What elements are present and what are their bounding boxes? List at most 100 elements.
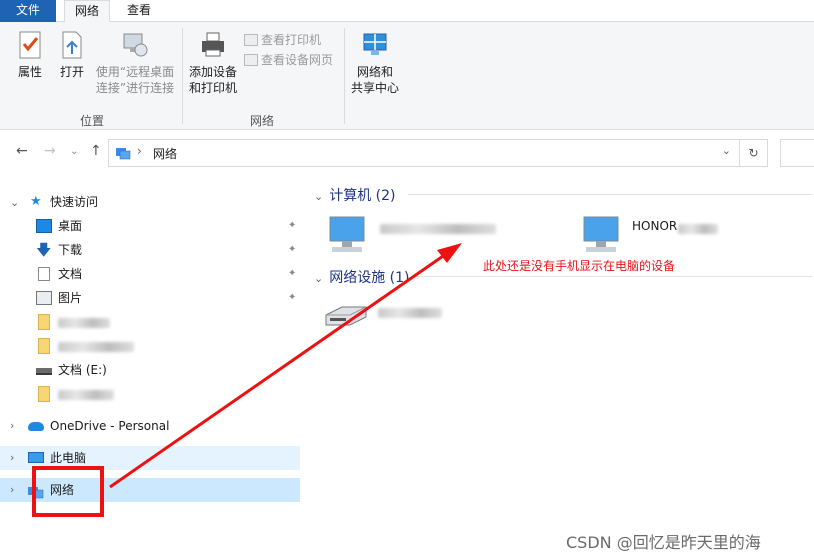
group-network-label: 网络	[249, 114, 274, 128]
add-device-label-2: 和打印机	[188, 81, 237, 95]
folder-icon	[38, 314, 50, 330]
computer-icon	[578, 215, 624, 258]
remote-desktop-label-1: 使用“远程桌面	[95, 65, 175, 79]
net-center-label-1: 网络和	[356, 65, 393, 79]
up-arrow-icon[interactable]: ↑	[90, 143, 102, 159]
refresh-button[interactable]: ↻	[740, 139, 768, 167]
add-device-label-1: 添加设备	[188, 65, 237, 79]
view-printers-button[interactable]: 查看打印机	[244, 32, 321, 48]
sidebar-item-folder[interactable]	[0, 310, 300, 334]
ribbon-separator	[182, 28, 183, 124]
desktop-icon	[36, 219, 52, 233]
ribbon-separator	[344, 28, 345, 124]
download-icon: 🡇	[36, 241, 52, 259]
redacted-label	[58, 317, 110, 328]
remote-desktop-icon	[121, 30, 149, 60]
computer-icon	[324, 215, 370, 258]
expand-chevron-icon[interactable]: ›	[10, 478, 14, 502]
sidebar-item-downloads[interactable]: 🡇 下载 ✦	[0, 238, 300, 262]
document-icon	[38, 267, 50, 281]
refresh-icon: ↻	[748, 146, 759, 160]
annotation-highlight-box	[32, 466, 104, 517]
folder-icon	[38, 338, 50, 354]
sidebar-item-desktop[interactable]: 桌面 ✦	[0, 214, 300, 238]
sidebar-item-label: OneDrive - Personal	[50, 419, 170, 433]
back-arrow-icon[interactable]: ←	[16, 143, 28, 159]
computer-icon	[28, 452, 44, 463]
add-device-button[interactable]: 添加设备 和打印机	[186, 30, 240, 96]
webpage-small-icon	[244, 54, 258, 66]
collapse-chevron-icon[interactable]: ⌄	[314, 190, 323, 203]
open-button[interactable]: 打开	[56, 30, 88, 80]
watermark: CSDN @回忆是昨天里的海	[566, 533, 761, 552]
view-device-webpage-button[interactable]: 查看设备网页	[244, 52, 333, 68]
network-sharing-center-button[interactable]: 网络和 共享中心	[348, 30, 402, 96]
collapse-chevron-icon[interactable]: ⌄	[314, 272, 323, 285]
ribbon-tabs: 文件 网络 查看	[0, 0, 814, 23]
redacted-computer-name	[380, 223, 496, 234]
computers-group-header[interactable]: ⌄ 计算机 (2)	[314, 185, 396, 205]
open-label: 打开	[59, 65, 84, 79]
sidebar-item-quick-access[interactable]: ⌄ ★ 快速访问	[0, 190, 300, 214]
router-icon	[322, 303, 370, 334]
sidebar-item-documents[interactable]: 文档 ✦	[0, 262, 300, 286]
printer-small-icon	[244, 34, 258, 46]
group-location-label: 位置	[79, 114, 104, 128]
printer-icon	[199, 30, 227, 60]
ribbon: 属性 打开 使用“远程桌面 连接”进行连接 位置 添加设备 和打印机 查看打印机…	[0, 22, 814, 130]
properties-icon	[16, 30, 44, 60]
sidebar-item-label: 快速访问	[50, 195, 99, 209]
star-icon: ★	[30, 194, 42, 209]
net-center-label-2: 共享中心	[350, 81, 399, 95]
sidebar-item-label: 下载	[58, 243, 83, 257]
cloud-icon	[28, 422, 44, 431]
redacted-label	[58, 389, 114, 400]
tab-network[interactable]: 网络	[64, 0, 110, 23]
content-pane: ⌄ 计算机 (2) HONOR ⌄ 网络设施 (1)	[304, 175, 814, 559]
group-divider	[416, 276, 812, 277]
sidebar-item-label: 文档	[58, 267, 83, 281]
search-input[interactable]	[780, 139, 814, 167]
remote-desktop-button[interactable]: 使用“远程桌面 连接”进行连接	[92, 30, 178, 96]
computer-item[interactable]: HONOR	[578, 211, 778, 255]
sidebar-item-folder[interactable]	[0, 334, 300, 358]
pin-icon: ✦	[288, 244, 297, 255]
sidebar-item-drive-e[interactable]: 文档 (E:)	[0, 358, 300, 382]
sidebar-item-pictures[interactable]: 图片 ✦	[0, 286, 300, 310]
group-divider	[408, 194, 812, 195]
properties-button[interactable]: 属性	[12, 30, 48, 80]
view-printers-label: 查看打印机	[261, 33, 322, 47]
network-infrastructure-group-header[interactable]: ⌄ 网络设施 (1)	[314, 267, 410, 287]
breadcrumb-network[interactable]: 网络	[153, 145, 177, 162]
sidebar-item-folder[interactable]	[0, 382, 300, 406]
sidebar-item-label: 图片	[58, 291, 83, 305]
address-bar[interactable]: › 网络 ⌄	[108, 139, 740, 167]
annotation-text: 此处还是没有手机显示在电脑的设备	[483, 259, 676, 273]
pin-icon: ✦	[288, 292, 297, 303]
forward-arrow-icon[interactable]: →	[44, 143, 56, 159]
computer-name: HONOR	[632, 219, 678, 233]
sidebar-item-onedrive[interactable]: › OneDrive - Personal	[0, 414, 300, 438]
network-device-item[interactable]	[322, 295, 472, 339]
expand-chevron-icon[interactable]: ⌄	[10, 191, 19, 215]
expand-chevron-icon[interactable]: ›	[10, 414, 14, 438]
tab-view[interactable]: 查看	[118, 0, 160, 22]
redacted-device-name	[378, 307, 442, 318]
recent-chevron-icon[interactable]: ⌄	[70, 146, 78, 157]
sidebar-item-label: 桌面	[58, 219, 83, 233]
folder-icon	[38, 386, 50, 402]
expand-chevron-icon[interactable]: ›	[10, 446, 14, 470]
drive-icon	[36, 368, 52, 375]
breadcrumb-separator[interactable]: ›	[137, 144, 142, 158]
devices-header-label: 网络设施 (1)	[329, 270, 410, 286]
pin-icon: ✦	[288, 268, 297, 279]
computer-item[interactable]	[324, 211, 524, 255]
network-address-icon	[115, 145, 131, 164]
redacted-computer-name	[678, 223, 718, 234]
remote-desktop-label-2: 连接”进行连接	[95, 81, 175, 95]
redacted-label	[58, 341, 134, 352]
address-dropdown-icon[interactable]: ⌄	[722, 144, 731, 157]
pin-icon: ✦	[288, 220, 297, 231]
tab-file[interactable]: 文件	[0, 0, 56, 22]
computers-header-label: 计算机 (2)	[329, 188, 396, 204]
